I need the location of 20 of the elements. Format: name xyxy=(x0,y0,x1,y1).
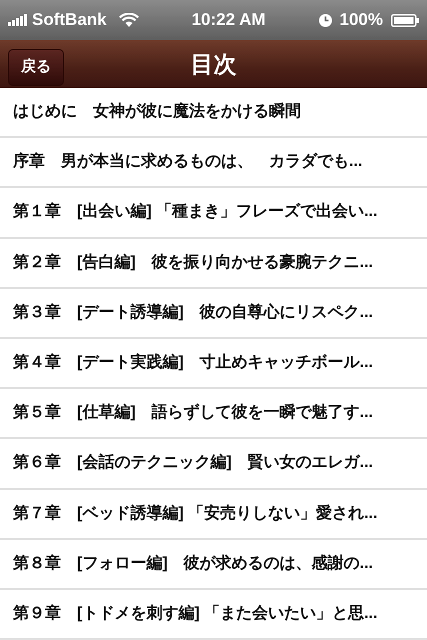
nav-title: 目次 xyxy=(190,50,236,79)
chapter-list-item[interactable]: 第３章 [デート誘導編] 彼の自尊心にリスペク... xyxy=(0,288,427,339)
chapter-list-item[interactable]: 第４章 [デート実践編] 寸止めキャッチボール... xyxy=(0,338,427,390)
chapter-list-item[interactable]: 第５章 [仕草編] 語らずして彼を一瞬で魅了す... xyxy=(0,389,427,440)
chapter-list-item[interactable]: 第２章 [告白編] 彼を振り向かせる豪腕テクニ... xyxy=(0,238,427,289)
back-button[interactable]: 戻る xyxy=(8,49,64,86)
chapter-list-item[interactable]: 第６章 [会話のテクニック編] 賢い女のエレガ... xyxy=(0,439,427,490)
carrier-name: SoftBank xyxy=(32,9,107,32)
chapter-list-item[interactable]: 第９章 [トドメを刺す編] 「また会いたい」と思... xyxy=(0,590,427,640)
chapter-list-item[interactable]: 序章 男が本当に求めるものは、 カラダでも... xyxy=(0,138,427,188)
wifi-icon xyxy=(118,13,139,27)
chapter-list-item[interactable]: 第８章 [フォロー編] 彼が求めるのは、感謝の... xyxy=(0,540,427,590)
status-time: 10:22 AM xyxy=(192,9,266,32)
chapter-list-item[interactable]: 第７章 [ベッド誘導編] 「安売りしない」愛され... xyxy=(0,490,427,540)
chapter-list-item[interactable]: はじめに 女神が彼に魔法をかける瞬間 xyxy=(0,88,427,138)
signal-icon xyxy=(8,14,28,26)
clock-icon xyxy=(318,14,332,26)
battery-percent: 100% xyxy=(340,9,383,32)
chapter-list-item[interactable]: 第１章 [出会い編] 「種まき」フレーズで出会い... xyxy=(0,188,427,239)
battery-icon xyxy=(391,14,419,26)
